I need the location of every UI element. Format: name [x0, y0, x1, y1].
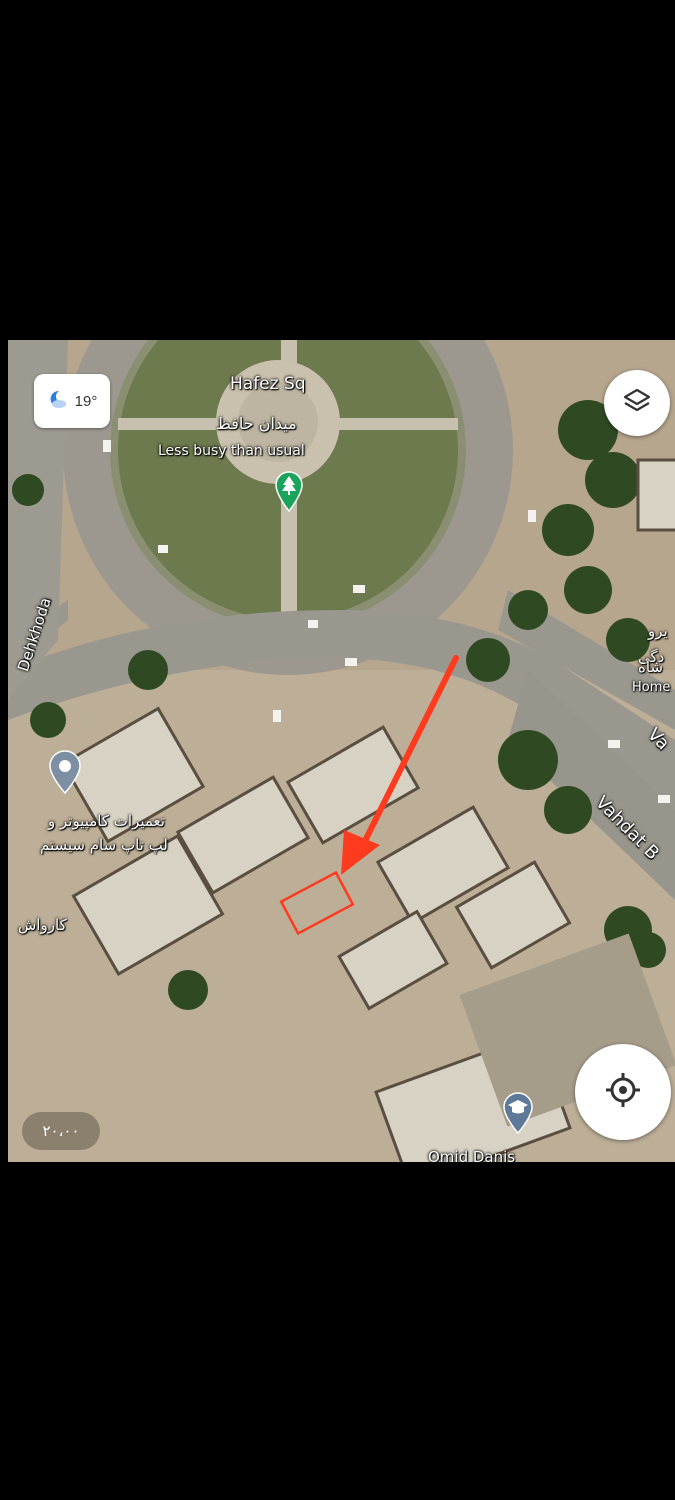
scale-indicator: ۲۰،۰۰ — [22, 1112, 100, 1150]
red-annotation — [279, 655, 459, 936]
bottom-partial-label: Omid Danis — [428, 1148, 516, 1162]
temperature-text: 19° — [74, 392, 98, 410]
weather-chip[interactable]: 19° — [34, 374, 110, 428]
layers-button[interactable] — [604, 370, 670, 436]
tree-pin-icon[interactable] — [274, 470, 304, 516]
poi-computer-line1: تعمیرات کامپیوتر و — [48, 812, 165, 830]
moon-cloud-icon — [47, 388, 69, 414]
right-label-1: یرو — [648, 622, 668, 640]
right-label-3: شاه — [638, 658, 663, 676]
my-location-icon — [604, 1071, 642, 1113]
scale-text: ۲۰،۰۰ — [42, 1122, 80, 1140]
map-view[interactable]: 19° Hafez Sq میدان حافظ Less busy than u… — [8, 340, 675, 1162]
poi-carwash-label: کارواش — [18, 916, 67, 934]
busyness-label: Less busy than usual — [158, 443, 305, 459]
hafez-square-fa-label: میدان حافظ — [216, 414, 297, 433]
my-location-button[interactable] — [575, 1044, 671, 1140]
poi-computer-line2: لپ تاپ سام سیستم — [40, 836, 168, 854]
right-label-home: Home — [632, 680, 671, 695]
hafez-square-label[interactable]: Hafez Sq — [230, 374, 306, 394]
location-pin-icon[interactable] — [48, 750, 82, 798]
graduation-cap-pin-icon[interactable] — [502, 1092, 534, 1138]
layers-icon — [622, 386, 652, 420]
